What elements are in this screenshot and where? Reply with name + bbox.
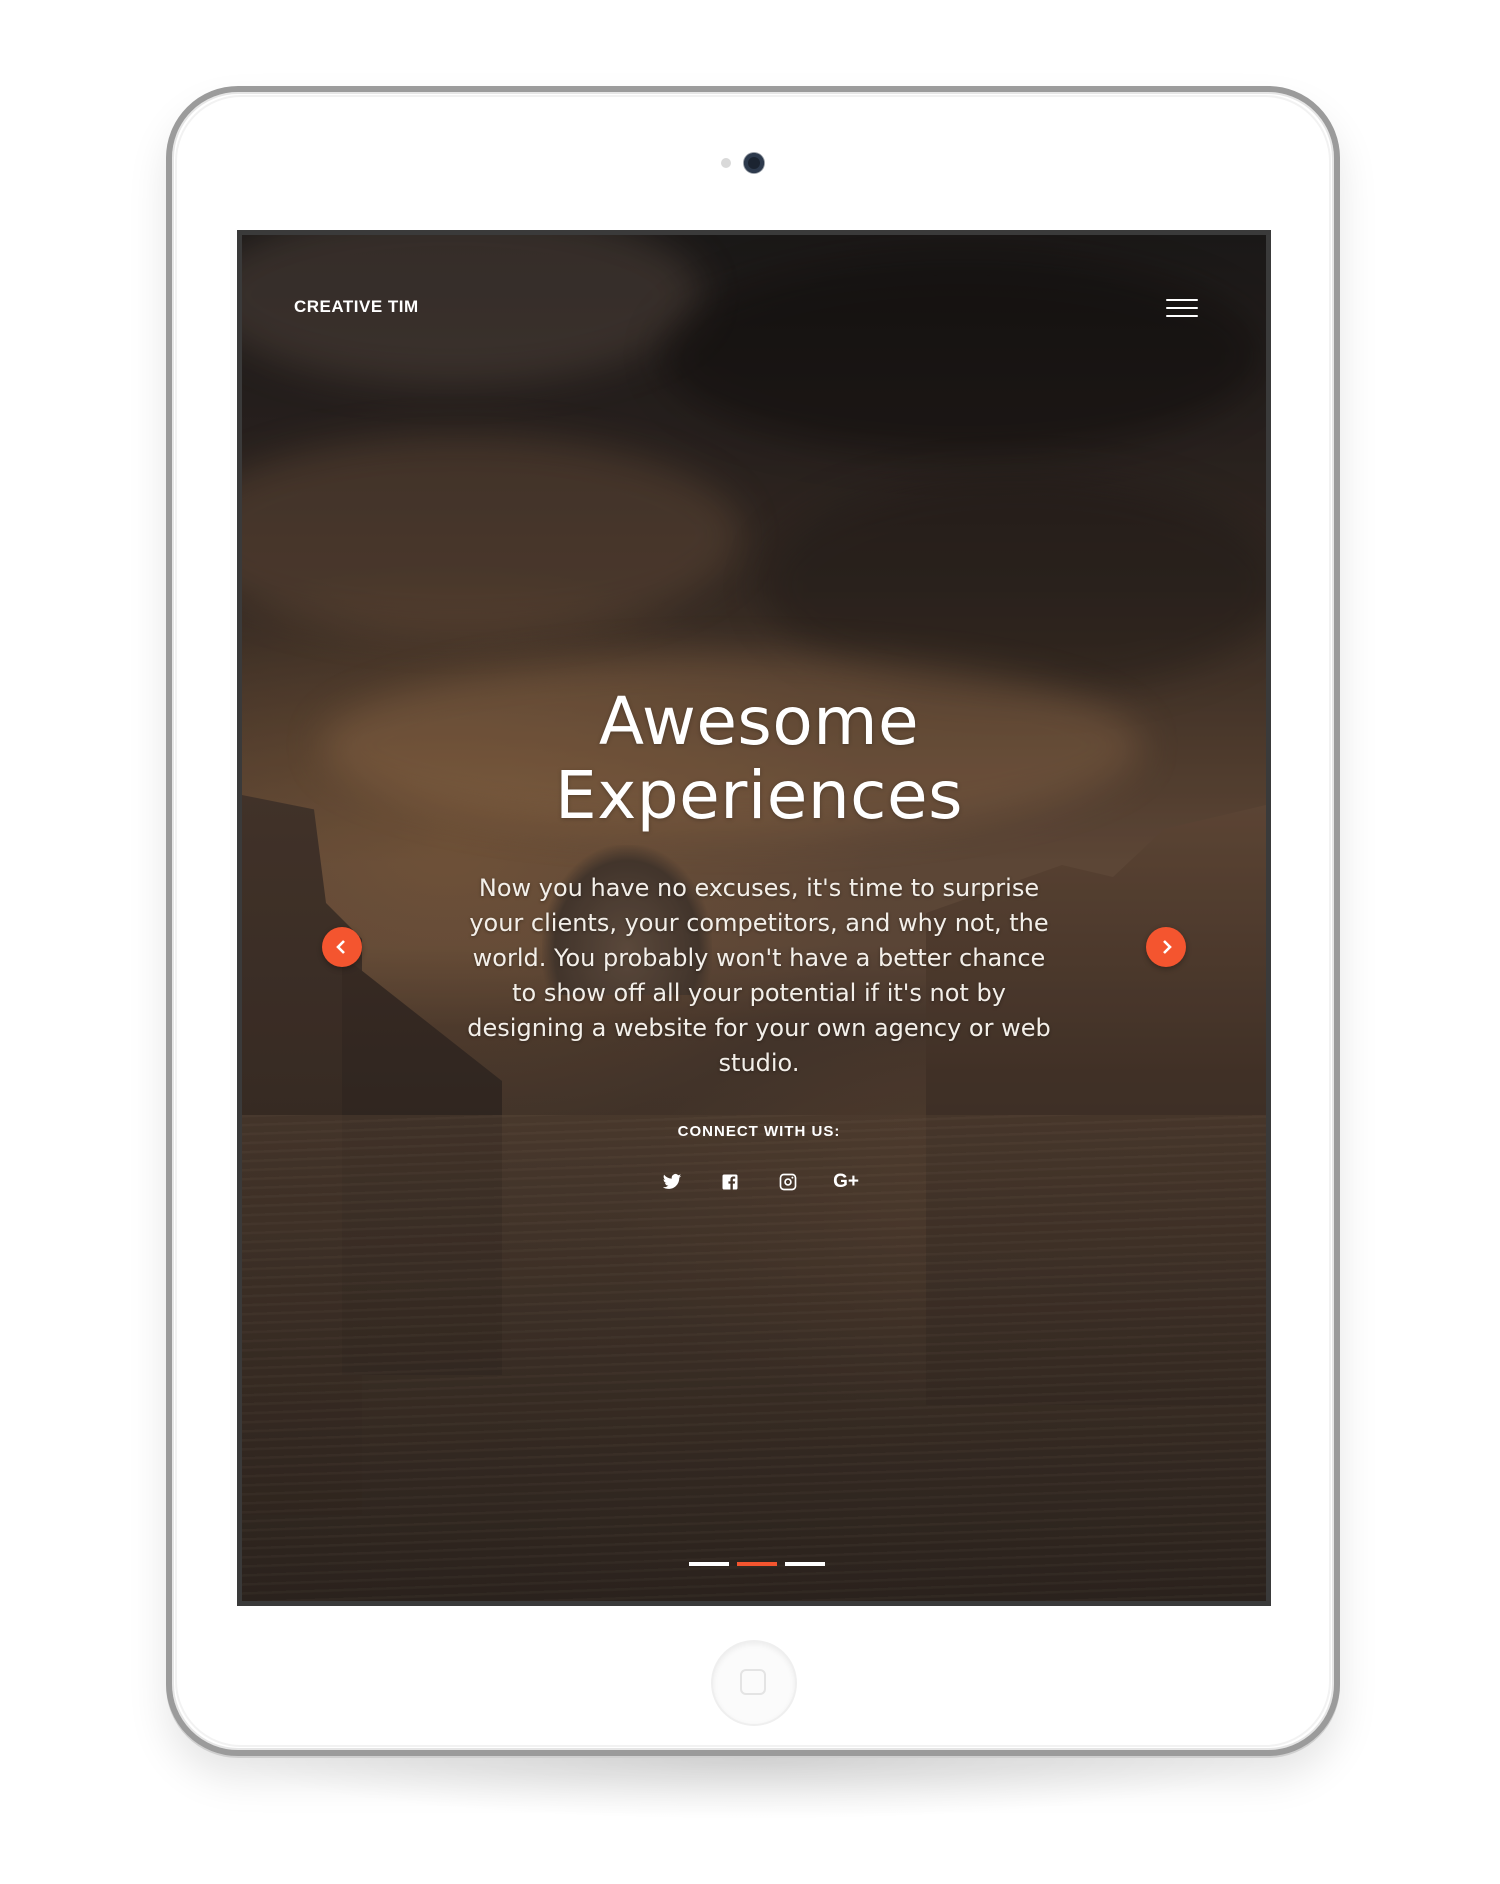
hero-title: Awesome Experiences (442, 685, 1076, 833)
hero-title-line1: Awesome (598, 683, 920, 760)
navbar-brand[interactable]: CREATIVE TIM (294, 297, 419, 317)
front-sensor (721, 158, 731, 168)
carousel-indicator[interactable] (785, 1562, 825, 1566)
carousel-prev-button[interactable] (322, 927, 362, 967)
front-camera-icon (744, 153, 764, 173)
menu-bar (1166, 307, 1198, 309)
hamburger-menu-icon[interactable] (1166, 299, 1198, 319)
carousel-indicator-active[interactable] (737, 1562, 777, 1566)
home-square-icon (740, 1669, 766, 1695)
hero-description: Now you have no excuses, it's time to su… (467, 874, 1051, 1077)
social-links: G+ (442, 1168, 1076, 1196)
ipad-screen: CREATIVE TIM Awesome Experiences Now you… (237, 230, 1271, 1606)
home-button[interactable] (713, 1642, 795, 1724)
carousel-indicator[interactable] (689, 1562, 729, 1566)
menu-bar (1166, 315, 1198, 317)
facebook-icon[interactable] (716, 1168, 744, 1196)
carousel-indicators (689, 1562, 825, 1566)
instagram-icon[interactable] (774, 1168, 802, 1196)
connect-label: CONNECT WITH US: (677, 1123, 841, 1140)
hero-title-line2: Experiences (555, 757, 963, 834)
menu-bar (1166, 299, 1198, 301)
chevron-right-icon (1163, 940, 1172, 954)
chevron-left-icon (336, 940, 345, 954)
twitter-icon[interactable] (658, 1168, 686, 1196)
google-plus-icon[interactable]: G+ (832, 1168, 860, 1196)
carousel-next-button[interactable] (1146, 927, 1186, 967)
hero-content: Awesome Experiences Now you have no excu… (442, 685, 1076, 1196)
